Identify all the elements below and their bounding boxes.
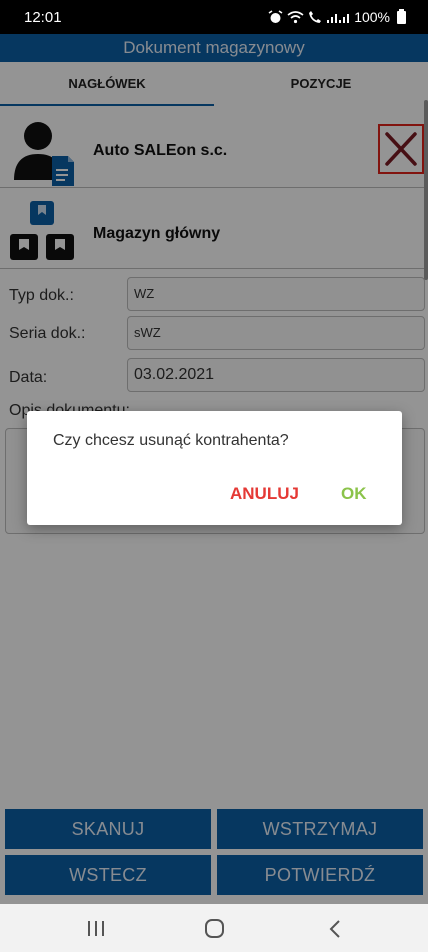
dialog-message: Czy chcesz usunąć kontrahenta? — [53, 432, 289, 449]
battery-icon — [397, 8, 406, 24]
status-icons: 100% — [268, 8, 406, 25]
call-icon — [309, 11, 322, 23]
signal-icon — [327, 14, 350, 23]
dialog-cancel-button[interactable]: ANULUJ — [230, 484, 299, 504]
confirm-delete-dialog: Czy chcesz usunąć kontrahenta? ANULUJ OK — [27, 411, 402, 525]
status-time: 12:01 — [24, 9, 62, 26]
system-nav-bar — [0, 904, 428, 952]
recents-icon[interactable] — [87, 921, 105, 937]
alarm-icon — [268, 10, 283, 23]
dialog-ok-button[interactable]: OK — [341, 484, 367, 504]
status-bar: 12:01 100% — [0, 0, 428, 34]
home-icon[interactable] — [205, 919, 224, 938]
wifi-icon — [287, 11, 304, 24]
back-icon[interactable] — [328, 919, 342, 939]
battery-percent: 100% — [354, 9, 390, 25]
